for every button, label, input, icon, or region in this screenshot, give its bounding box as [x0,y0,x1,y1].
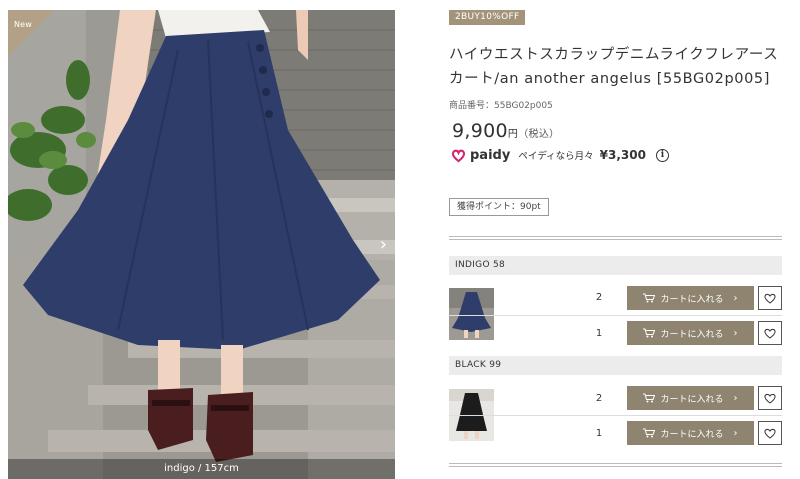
favorite-button[interactable] [758,321,782,345]
product-title: ハイウエストスカラップデニムライクフレアースカート/an another ang… [449,47,779,87]
product-price: 9,900円（税込） [452,120,559,142]
new-badge: New [8,10,54,56]
price-yen: 円 [507,129,519,140]
add-to-cart-label: カートに入れる [660,294,724,305]
chevron-right-icon: › [733,427,738,439]
stock-qty: 2 [595,393,603,404]
next-image-arrow-icon[interactable]: › [380,236,387,254]
favorite-button[interactable] [758,386,782,410]
favorite-button[interactable] [758,421,782,445]
points-badge: 獲得ポイント：90pt [449,198,549,216]
stock-qty: 2 [595,292,603,303]
promo-badge: 2BUY10%OFF [449,10,526,25]
new-badge-label: New [14,20,33,29]
add-to-cart-button[interactable]: カートに入れる › [627,386,754,410]
cart-icon [643,293,656,303]
paidy-installment: paidy ペイディなら月々 ¥3,300 i [451,146,669,164]
add-to-cart-button[interactable]: カートに入れる › [627,421,754,445]
skirt-photo-illustration [8,10,395,479]
variant-header-indigo: INDIGO 58 [449,256,782,275]
cart-icon [643,428,656,438]
price-tax-note: （税込） [518,129,560,140]
cart-icon [643,393,656,403]
cart-icon [643,328,656,338]
chevron-right-icon: › [733,327,738,339]
chevron-right-icon: › [733,392,738,404]
product-photo[interactable]: New › indigo / 157cm [8,10,395,479]
stock-qty: 1 [595,428,603,439]
add-to-cart-label: カートに入れる [660,329,724,340]
row-divider [449,415,782,416]
paidy-amount: ¥3,300 [599,148,646,162]
add-to-cart-button[interactable]: カートに入れる › [627,286,754,310]
new-badge-shape [8,10,54,56]
indigo-skirt-thumbnail[interactable] [449,288,494,340]
paidy-logo-icon [451,149,466,162]
chevron-right-icon: › [733,292,738,304]
heart-icon [764,328,776,339]
photo-caption: indigo / 157cm [8,459,395,479]
paidy-name: paidy [470,147,511,163]
add-to-cart-label: カートに入れる [660,394,724,405]
info-icon[interactable]: i [655,148,669,162]
row-divider [449,315,782,316]
price-value: 9,900 [452,120,508,142]
heart-icon [764,293,776,304]
add-to-cart-button[interactable]: カートに入れる › [627,321,754,345]
heart-icon [764,428,776,439]
divider-top [449,236,782,240]
paidy-text: ペイディなら月々 [518,151,594,162]
favorite-button[interactable] [758,286,782,310]
add-to-cart-label: カートに入れる [660,429,724,440]
product-sku: 商品番号：55BG02p005 [449,101,553,111]
divider-bottom [449,463,782,467]
stock-qty: 1 [595,328,603,339]
variant-header-black: BLACK 99 [449,356,782,375]
indigo-skirt-thumbnail-image [449,288,494,340]
heart-icon [764,393,776,404]
